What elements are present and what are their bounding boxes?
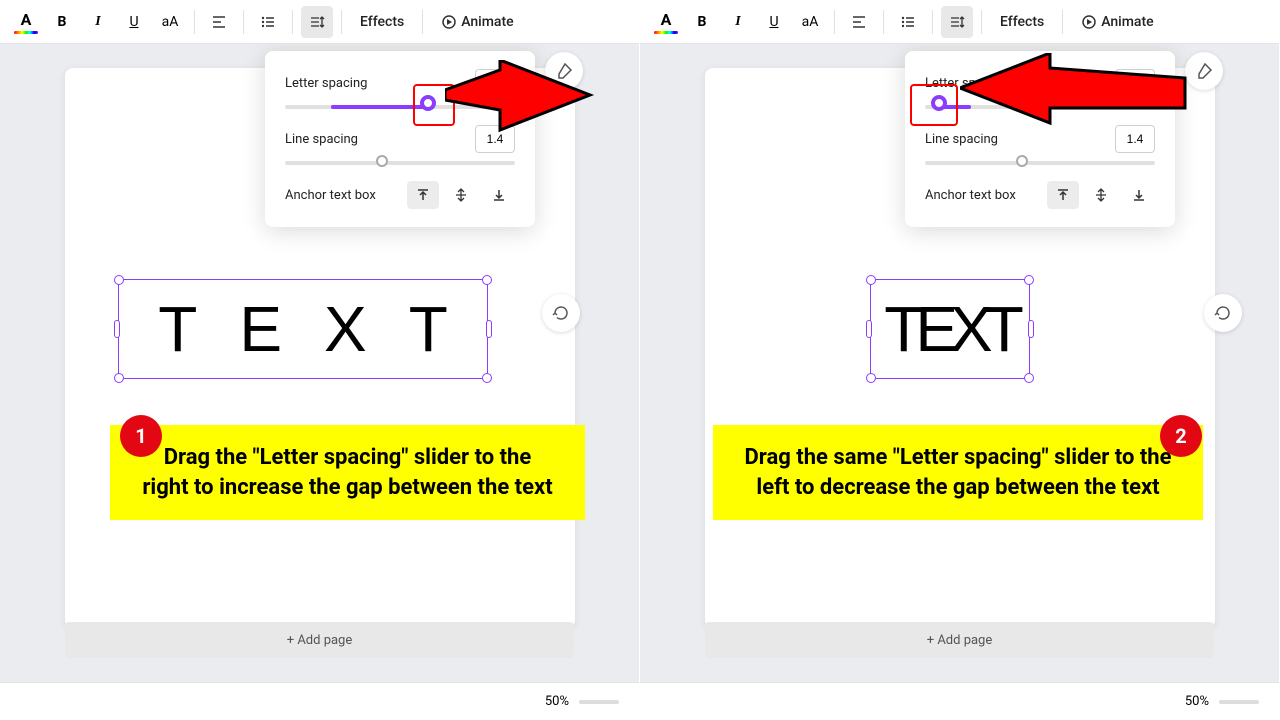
list-button[interactable] [892, 6, 924, 38]
line-spacing-slider[interactable] [285, 161, 515, 165]
toolbar: A B I U aA Effects Animate [640, 0, 1279, 44]
list-icon [260, 14, 276, 30]
add-page-button[interactable]: + Add page [705, 622, 1214, 658]
zoom-slider[interactable] [579, 700, 619, 704]
anchor-label: Anchor text box [925, 188, 1016, 203]
underline-button[interactable]: U [118, 6, 150, 38]
toolbar: A B I U aA Effects Animate [0, 0, 639, 44]
list-icon [900, 14, 916, 30]
anchor-top-icon [1055, 187, 1071, 203]
anchor-bottom-icon [491, 187, 507, 203]
case-button[interactable]: aA [794, 6, 826, 38]
paint-icon [1195, 62, 1213, 80]
text-content: TEXT [884, 292, 1016, 366]
spacing-button[interactable] [941, 6, 973, 38]
line-spacing-slider[interactable] [925, 161, 1155, 165]
zoom-label: 50% [1185, 694, 1209, 709]
italic-button[interactable]: I [722, 6, 754, 38]
spacing-button[interactable] [301, 6, 333, 38]
align-icon [211, 14, 227, 30]
case-button[interactable]: aA [154, 6, 186, 38]
anchor-middle-button[interactable] [1085, 181, 1117, 209]
text-color-button[interactable]: A [10, 6, 42, 38]
callout-1: Drag the "Letter spacing" slider to the … [110, 425, 585, 520]
add-page-button[interactable]: + Add page [65, 622, 574, 658]
rotate-button[interactable] [1204, 294, 1242, 332]
copy-style-button[interactable] [1185, 52, 1223, 90]
text-content: TEXT [116, 292, 490, 366]
anchor-top-button[interactable] [407, 181, 439, 209]
zoom-label: 50% [545, 694, 569, 709]
rotate-button[interactable] [542, 294, 580, 332]
step-badge-1: 1 [120, 415, 162, 457]
pane-right: A B I U aA Effects Animate Letter spacin… [640, 0, 1280, 720]
anchor-top-button[interactable] [1047, 181, 1079, 209]
pane-left: A B I U aA Effects Animate Letter spacin… [0, 0, 640, 720]
align-button[interactable] [843, 6, 875, 38]
text-color-button[interactable]: A [650, 6, 682, 38]
bold-button[interactable]: B [46, 6, 78, 38]
letter-spacing-handle[interactable] [931, 95, 947, 111]
anchor-middle-icon [1093, 187, 1109, 203]
letter-spacing-label: Letter spacing [285, 76, 367, 91]
callout-2: Drag the same "Letter spacing" slider to… [713, 425, 1203, 520]
rotate-icon [1214, 304, 1232, 322]
anchor-bottom-button[interactable] [483, 181, 515, 209]
animate-icon [1081, 14, 1097, 30]
animate-button[interactable]: Animate [431, 6, 523, 38]
animate-icon [441, 14, 457, 30]
line-spacing-label: Line spacing [285, 132, 358, 147]
bold-button[interactable]: B [686, 6, 718, 38]
arrow-annotation [445, 60, 595, 140]
anchor-middle-icon [453, 187, 469, 203]
step-badge-2: 2 [1160, 415, 1202, 457]
anchor-middle-button[interactable] [445, 181, 477, 209]
effects-button[interactable]: Effects [990, 6, 1054, 38]
anchor-label: Anchor text box [285, 188, 376, 203]
animate-button[interactable]: Animate [1071, 6, 1163, 38]
align-button[interactable] [203, 6, 235, 38]
align-icon [851, 14, 867, 30]
arrow-annotation [960, 53, 1190, 143]
text-box[interactable]: TEXT [870, 279, 1030, 379]
line-spacing-handle[interactable] [376, 155, 388, 167]
anchor-top-icon [415, 187, 431, 203]
rotate-icon [552, 304, 570, 322]
anchor-bottom-button[interactable] [1123, 181, 1155, 209]
footer: 50% [640, 682, 1279, 720]
zoom-slider[interactable] [1219, 700, 1259, 704]
line-spacing-handle[interactable] [1016, 155, 1028, 167]
footer: 50% [0, 682, 639, 720]
italic-button[interactable]: I [82, 6, 114, 38]
underline-button[interactable]: U [758, 6, 790, 38]
spacing-icon [949, 14, 965, 30]
anchor-bottom-icon [1131, 187, 1147, 203]
list-button[interactable] [252, 6, 284, 38]
spacing-icon [309, 14, 325, 30]
effects-button[interactable]: Effects [350, 6, 414, 38]
text-box[interactable]: TEXT [118, 279, 488, 379]
letter-spacing-handle[interactable] [420, 95, 436, 111]
